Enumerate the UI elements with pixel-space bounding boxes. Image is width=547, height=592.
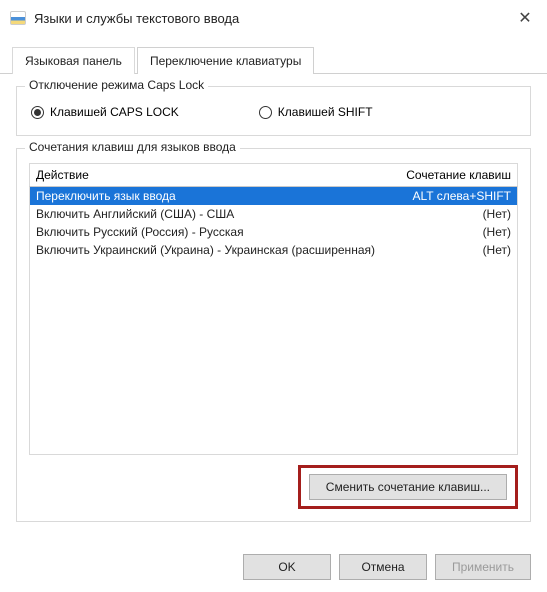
ok-button[interactable]: OK [243,554,331,580]
radio-label: Клавишей SHIFT [278,105,373,119]
radio-capslock-key[interactable]: Клавишей CAPS LOCK [31,105,179,119]
list-header: Действие Сочетание клавиш [29,163,518,187]
close-icon[interactable]: ✕ [513,8,537,28]
radio-shift-key[interactable]: Клавишей SHIFT [259,105,373,119]
cell-combo: ALT слева+SHIFT [413,189,512,203]
cell-action: Переключить язык ввода [36,189,176,203]
list-row[interactable]: Включить Украинский (Украина) - Украинск… [30,241,517,259]
radio-icon [259,106,272,119]
radio-label: Клавишей CAPS LOCK [50,105,179,119]
hotkeys-group-title: Сочетания клавиш для языков ввода [25,140,240,154]
tab-language-panel[interactable]: Языковая панель [12,47,135,74]
col-action: Действие [36,168,89,182]
apply-button[interactable]: Применить [435,554,531,580]
highlight-box: Сменить сочетание клавиш... [298,465,518,509]
capslock-group: Отключение режима Caps Lock Клавишей CAP… [16,86,531,136]
cell-action: Включить Украинский (Украина) - Украинск… [36,243,375,257]
hotkeys-list[interactable]: Переключить язык ввода ALT слева+SHIFT В… [29,187,518,455]
tab-keyboard-switch[interactable]: Переключение клавиатуры [137,47,314,74]
hotkeys-group: Сочетания клавиш для языков ввода Действ… [16,148,531,522]
tab-pane: Отключение режима Caps Lock Клавишей CAP… [0,74,547,544]
titlebar: Языки и службы текстового ввода ✕ [0,0,547,36]
cell-action: Включить Русский (Россия) - Русская [36,225,244,239]
window-title: Языки и службы текстового ввода [34,11,513,26]
cell-action: Включить Английский (США) - США [36,207,234,221]
col-combo: Сочетание клавиш [406,168,511,182]
cell-combo: (Нет) [483,225,511,239]
tabstrip: Языковая панель Переключение клавиатуры [0,46,547,74]
dialog-footer: OK Отмена Применить [0,544,547,592]
list-row[interactable]: Переключить язык ввода ALT слева+SHIFT [30,187,517,205]
app-icon [10,11,26,25]
change-hotkey-button[interactable]: Сменить сочетание клавиш... [309,474,507,500]
cancel-button[interactable]: Отмена [339,554,427,580]
list-row[interactable]: Включить Русский (Россия) - Русская (Нет… [30,223,517,241]
capslock-group-title: Отключение режима Caps Lock [25,78,208,92]
cell-combo: (Нет) [483,207,511,221]
cell-combo: (Нет) [483,243,511,257]
list-row[interactable]: Включить Английский (США) - США (Нет) [30,205,517,223]
radio-icon [31,106,44,119]
